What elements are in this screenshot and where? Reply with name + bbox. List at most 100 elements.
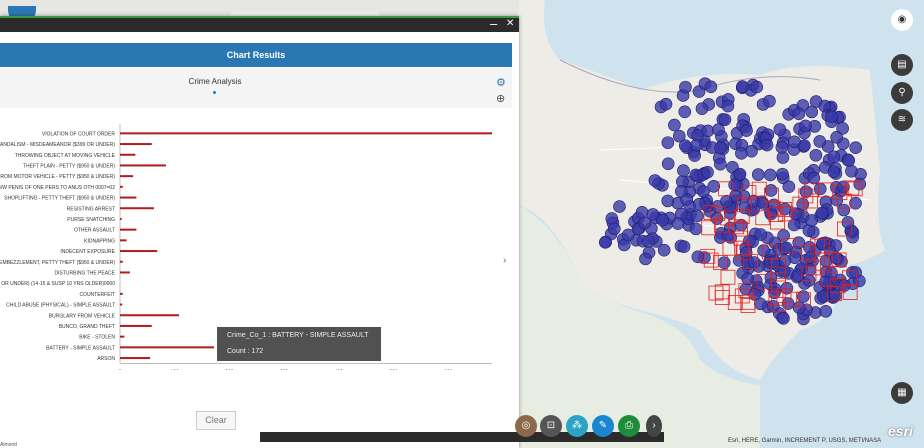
table-icon[interactable]: ▦ xyxy=(891,382,913,404)
crime-point[interactable] xyxy=(813,182,827,196)
crime-point[interactable] xyxy=(813,135,827,148)
bar[interactable] xyxy=(120,153,136,156)
crime-point[interactable] xyxy=(815,206,829,220)
crime-point[interactable] xyxy=(819,304,833,318)
bar[interactable] xyxy=(120,164,166,167)
crime-point[interactable] xyxy=(733,167,747,181)
crime-point[interactable] xyxy=(754,297,767,311)
crime-point[interactable] xyxy=(736,80,749,93)
crime-point[interactable] xyxy=(735,147,748,160)
crime-point[interactable] xyxy=(849,266,862,279)
crime-point[interactable] xyxy=(639,252,652,266)
crime-point[interactable] xyxy=(778,254,792,267)
crime-point[interactable] xyxy=(714,141,727,155)
crime-point[interactable] xyxy=(837,180,850,194)
bar[interactable] xyxy=(120,239,127,242)
crime-point[interactable] xyxy=(789,207,802,220)
crime-point[interactable] xyxy=(710,212,724,225)
crime-point[interactable] xyxy=(830,131,843,144)
crime-point[interactable] xyxy=(659,97,673,111)
crime-point[interactable] xyxy=(809,95,823,108)
bar[interactable] xyxy=(120,357,151,360)
crime-point[interactable] xyxy=(720,194,733,208)
crime-point[interactable] xyxy=(760,138,774,152)
crime-point[interactable] xyxy=(805,214,818,227)
crime-point[interactable] xyxy=(728,178,741,192)
bar[interactable] xyxy=(120,335,125,338)
bar[interactable] xyxy=(120,260,123,263)
crime-point[interactable] xyxy=(741,272,755,286)
crime-point[interactable] xyxy=(764,184,778,197)
crime-point[interactable] xyxy=(763,94,776,108)
crime-point[interactable] xyxy=(740,124,753,137)
crime-point[interactable] xyxy=(704,80,718,94)
crime-point[interactable] xyxy=(775,141,789,154)
crime-point[interactable] xyxy=(825,110,838,124)
crime-point[interactable] xyxy=(701,124,715,138)
crime-point[interactable] xyxy=(845,164,858,178)
crime-point[interactable] xyxy=(782,180,796,194)
crime-point[interactable] xyxy=(695,102,709,115)
crime-point[interactable] xyxy=(750,80,764,94)
crime-point[interactable] xyxy=(764,271,778,284)
bar[interactable] xyxy=(120,250,158,253)
crime-point[interactable] xyxy=(692,197,706,211)
crime-point[interactable] xyxy=(837,203,851,217)
crime-point[interactable] xyxy=(853,177,867,191)
crime-point[interactable] xyxy=(712,123,725,136)
bar[interactable] xyxy=(120,292,123,295)
crime-point[interactable] xyxy=(773,123,787,136)
crime-point[interactable] xyxy=(777,229,790,242)
analysis-icon[interactable]: ◎ xyxy=(515,415,537,437)
minimize-button[interactable]: – xyxy=(490,16,497,32)
bar[interactable] xyxy=(120,185,123,188)
crime-point[interactable] xyxy=(671,217,685,230)
crime-point[interactable] xyxy=(803,251,817,264)
network-icon[interactable]: ⁂ xyxy=(566,415,588,437)
crime-point[interactable] xyxy=(717,256,731,269)
crime-point[interactable] xyxy=(661,136,675,149)
bar[interactable] xyxy=(120,143,152,146)
filter-icon[interactable]: ⚲ xyxy=(891,82,913,104)
bar[interactable] xyxy=(120,314,180,317)
crime-point[interactable] xyxy=(721,99,735,113)
select-icon[interactable]: ⊡ xyxy=(540,415,562,437)
crime-point[interactable] xyxy=(714,157,727,171)
crime-point[interactable] xyxy=(661,157,675,171)
crime-point[interactable] xyxy=(668,118,681,132)
crime-point[interactable] xyxy=(799,119,812,133)
crime-point[interactable] xyxy=(809,148,823,162)
crime-point[interactable] xyxy=(827,150,841,164)
bar[interactable] xyxy=(120,207,154,210)
bottom-print-icon[interactable]: ⎙ xyxy=(618,415,640,437)
crime-point[interactable] xyxy=(701,166,714,179)
crime-point[interactable] xyxy=(677,164,690,177)
crime-point[interactable] xyxy=(678,105,692,119)
crime-point[interactable] xyxy=(599,236,612,249)
crime-point[interactable] xyxy=(751,168,765,181)
crime-point[interactable] xyxy=(757,244,770,257)
bar[interactable] xyxy=(120,196,137,199)
bar[interactable] xyxy=(120,175,134,178)
crime-point[interactable] xyxy=(792,301,806,314)
crime-point[interactable] xyxy=(635,205,649,219)
eye-icon[interactable]: ◉ xyxy=(891,9,913,31)
crime-point[interactable] xyxy=(803,263,817,276)
crime-point[interactable] xyxy=(613,200,626,213)
bar[interactable] xyxy=(120,228,137,231)
crime-point[interactable] xyxy=(648,174,662,187)
chevron-right-icon[interactable]: › xyxy=(503,255,506,266)
crime-point[interactable] xyxy=(707,179,721,193)
crime-point[interactable] xyxy=(677,240,691,254)
crime-point[interactable] xyxy=(621,228,635,242)
crime-point[interactable] xyxy=(842,154,855,167)
crime-point[interactable] xyxy=(788,135,801,149)
crime-point[interactable] xyxy=(763,168,777,182)
print-icon[interactable]: ▤ xyxy=(891,54,913,76)
crime-point[interactable] xyxy=(678,139,692,152)
crime-point[interactable] xyxy=(781,297,795,310)
crime-point[interactable] xyxy=(605,212,619,225)
crime-point[interactable] xyxy=(849,141,862,154)
bar[interactable] xyxy=(120,271,130,274)
bar[interactable] xyxy=(120,132,492,135)
